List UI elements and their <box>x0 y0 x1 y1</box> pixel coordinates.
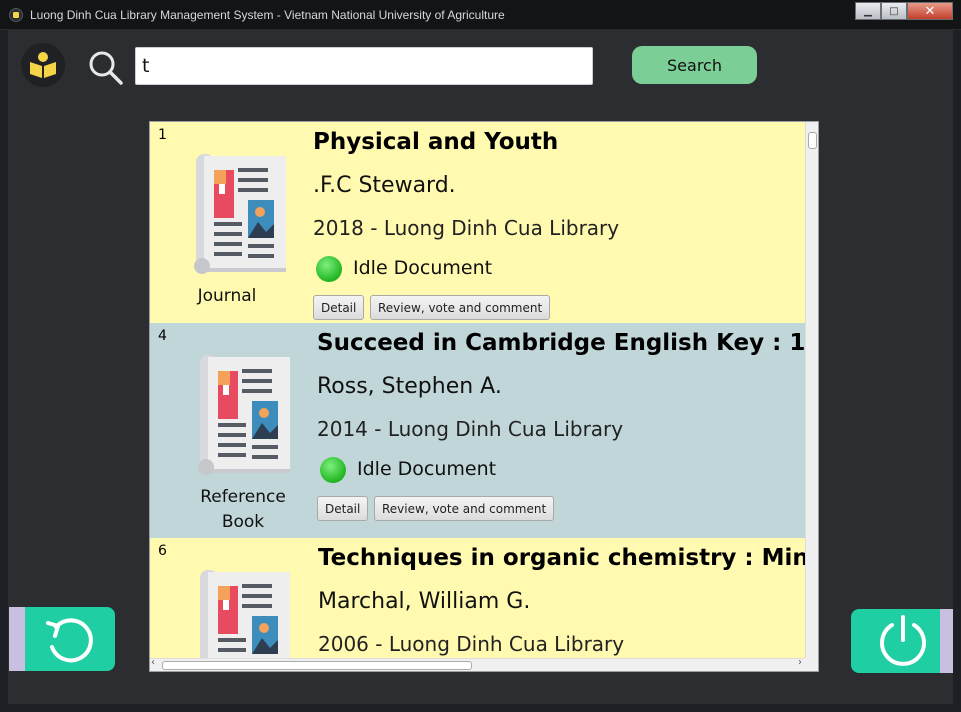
back-button[interactable] <box>9 607 115 671</box>
result-card: 4 Reference Book Succeed in Cambridge En… <box>150 323 806 538</box>
newspaper-icon <box>198 355 290 475</box>
maximize-button[interactable]: □ <box>881 2 907 20</box>
document-author: Ross, Stephen A. <box>317 374 502 399</box>
publication-info: 2006 - Luong Dinh Cua Library <box>318 632 625 656</box>
scroll-left-icon[interactable]: ‹ <box>151 657 155 668</box>
document-title[interactable]: Techniques in organic chemistry : Minisc… <box>318 545 806 571</box>
review-vote-comment-button[interactable]: Review, vote and comment <box>374 496 555 521</box>
vertical-scroll-thumb[interactable] <box>808 132 817 149</box>
publication-info: 2018 - Luong Dinh Cua Library <box>313 216 620 240</box>
review-vote-comment-button[interactable]: Review, vote and comment <box>370 295 551 320</box>
detail-button[interactable]: Detail <box>313 295 365 320</box>
results-list: 1 Journal Physical and Youth .F.C Stewar… <box>150 122 806 659</box>
results-panel[interactable]: 1 Journal Physical and Youth .F.C Stewar… <box>149 121 819 672</box>
publication-info: 2014 - Luong Dinh Cua Library <box>317 417 624 441</box>
status-indicator <box>316 256 342 282</box>
document-title[interactable]: Succeed in Cambridge English Key : 10 KE… <box>317 330 806 356</box>
close-button[interactable]: ✕ <box>907 2 953 20</box>
library-logo <box>21 43 65 87</box>
book-reader-icon <box>30 52 56 78</box>
document-title[interactable]: Physical and Youth <box>313 129 558 155</box>
result-card: 6 Techniques in organic chemistry: Mi M… <box>150 538 806 659</box>
undo-arrow-icon <box>46 618 93 663</box>
document-author: .F.C Steward. <box>313 173 456 198</box>
horizontal-scrollbar[interactable]: ‹ › <box>150 657 806 671</box>
app-icon <box>9 8 23 22</box>
status-text: Idle Document <box>357 458 497 480</box>
minimize-button[interactable]: ▁ <box>855 2 881 20</box>
newspaper-icon <box>200 570 290 659</box>
search-input[interactable] <box>135 47 593 85</box>
scroll-right-icon[interactable]: › <box>798 657 802 668</box>
magnifier-icon[interactable] <box>88 50 124 86</box>
document-type: Journal <box>197 286 257 306</box>
power-button-stripe <box>940 609 953 673</box>
horizontal-scroll-thumb[interactable] <box>162 661 472 670</box>
app-body: Search 1 <box>8 30 953 704</box>
document-type: Reference Book <box>200 487 286 532</box>
vertical-scrollbar[interactable] <box>805 122 818 659</box>
result-number: 1 <box>158 127 167 143</box>
window-title: Luong Dinh Cua Library Management System… <box>30 8 505 22</box>
detail-button[interactable]: Detail <box>317 496 369 521</box>
power-icon <box>880 615 926 666</box>
power-button[interactable] <box>851 609 953 673</box>
document-author: Marchal, William G. <box>318 589 531 614</box>
newspaper-icon <box>194 154 286 274</box>
result-number: 4 <box>158 328 167 344</box>
search-button[interactable]: Search <box>632 46 757 84</box>
scroll-corner <box>805 658 818 671</box>
status-indicator <box>320 457 346 483</box>
window-titlebar: Luong Dinh Cua Library Management System… <box>0 0 961 30</box>
back-button-stripe <box>9 607 25 671</box>
result-card: 1 Journal Physical and Youth .F.C Stewar… <box>150 122 806 323</box>
status-text: Idle Document <box>353 257 493 279</box>
window-controls: ▁ □ ✕ <box>855 2 953 20</box>
result-number: 6 <box>158 543 167 559</box>
